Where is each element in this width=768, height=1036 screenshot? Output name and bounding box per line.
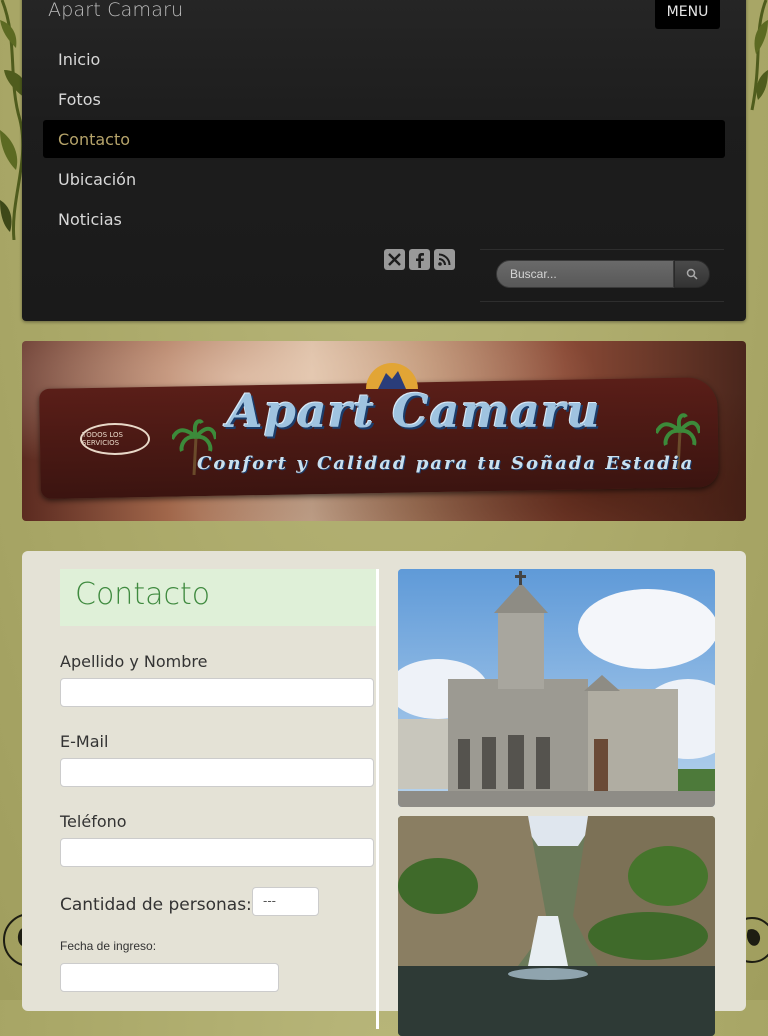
church-photo[interactable] [398, 569, 715, 807]
people-label: Cantidad de personas: [60, 895, 252, 915]
nav-item-contacto[interactable]: Contacto [43, 120, 725, 158]
people-select[interactable]: --- [252, 887, 319, 916]
search-button[interactable] [674, 260, 710, 288]
nav-item-ubicacion[interactable]: Ubicación [43, 160, 725, 198]
sign-title: Apart Camaru [227, 384, 601, 438]
site-header: Apart Camaru MENU Inicio Fotos Contacto … [22, 0, 746, 321]
column-divider [376, 569, 379, 1029]
social-links [384, 249, 455, 270]
sign-subtitle: Confort y Calidad para tu Soñada Estadia [197, 453, 695, 474]
waterfall-photo[interactable] [398, 816, 715, 1036]
facebook-icon[interactable] [409, 249, 430, 270]
header-banner-image: TODOS LOS SERVICIOS Apart Camaru Confort… [22, 341, 746, 521]
search-icon [686, 268, 698, 280]
email-field[interactable] [60, 758, 374, 787]
nav-item-noticias[interactable]: Noticias [43, 200, 725, 238]
content-panel: Contacto Apellido y Nombre E-Mail Teléfo… [22, 551, 746, 1036]
checkin-date-field[interactable] [60, 963, 279, 992]
menu-button[interactable]: MENU [655, 0, 720, 29]
phone-label: Teléfono [60, 812, 127, 831]
search-area [480, 249, 724, 302]
page-title-box: Contacto [60, 569, 376, 626]
nav-item-fotos[interactable]: Fotos [43, 80, 725, 118]
name-label: Apellido y Nombre [60, 652, 208, 671]
name-field[interactable] [60, 678, 374, 707]
site-title[interactable]: Apart Camaru [48, 0, 183, 21]
search-input[interactable] [496, 260, 674, 288]
email-label: E-Mail [60, 732, 109, 751]
nav-item-inicio[interactable]: Inicio [43, 40, 725, 78]
sign-badge: TODOS LOS SERVICIOS [80, 423, 150, 455]
rss-icon[interactable] [434, 249, 455, 270]
checkin-label: Fecha de ingreso: [60, 939, 157, 953]
main-nav: Inicio Fotos Contacto Ubicación Noticias [43, 40, 725, 240]
phone-field[interactable] [60, 838, 374, 867]
page-title: Contacto [75, 577, 211, 612]
twitter-x-icon[interactable] [384, 249, 405, 270]
